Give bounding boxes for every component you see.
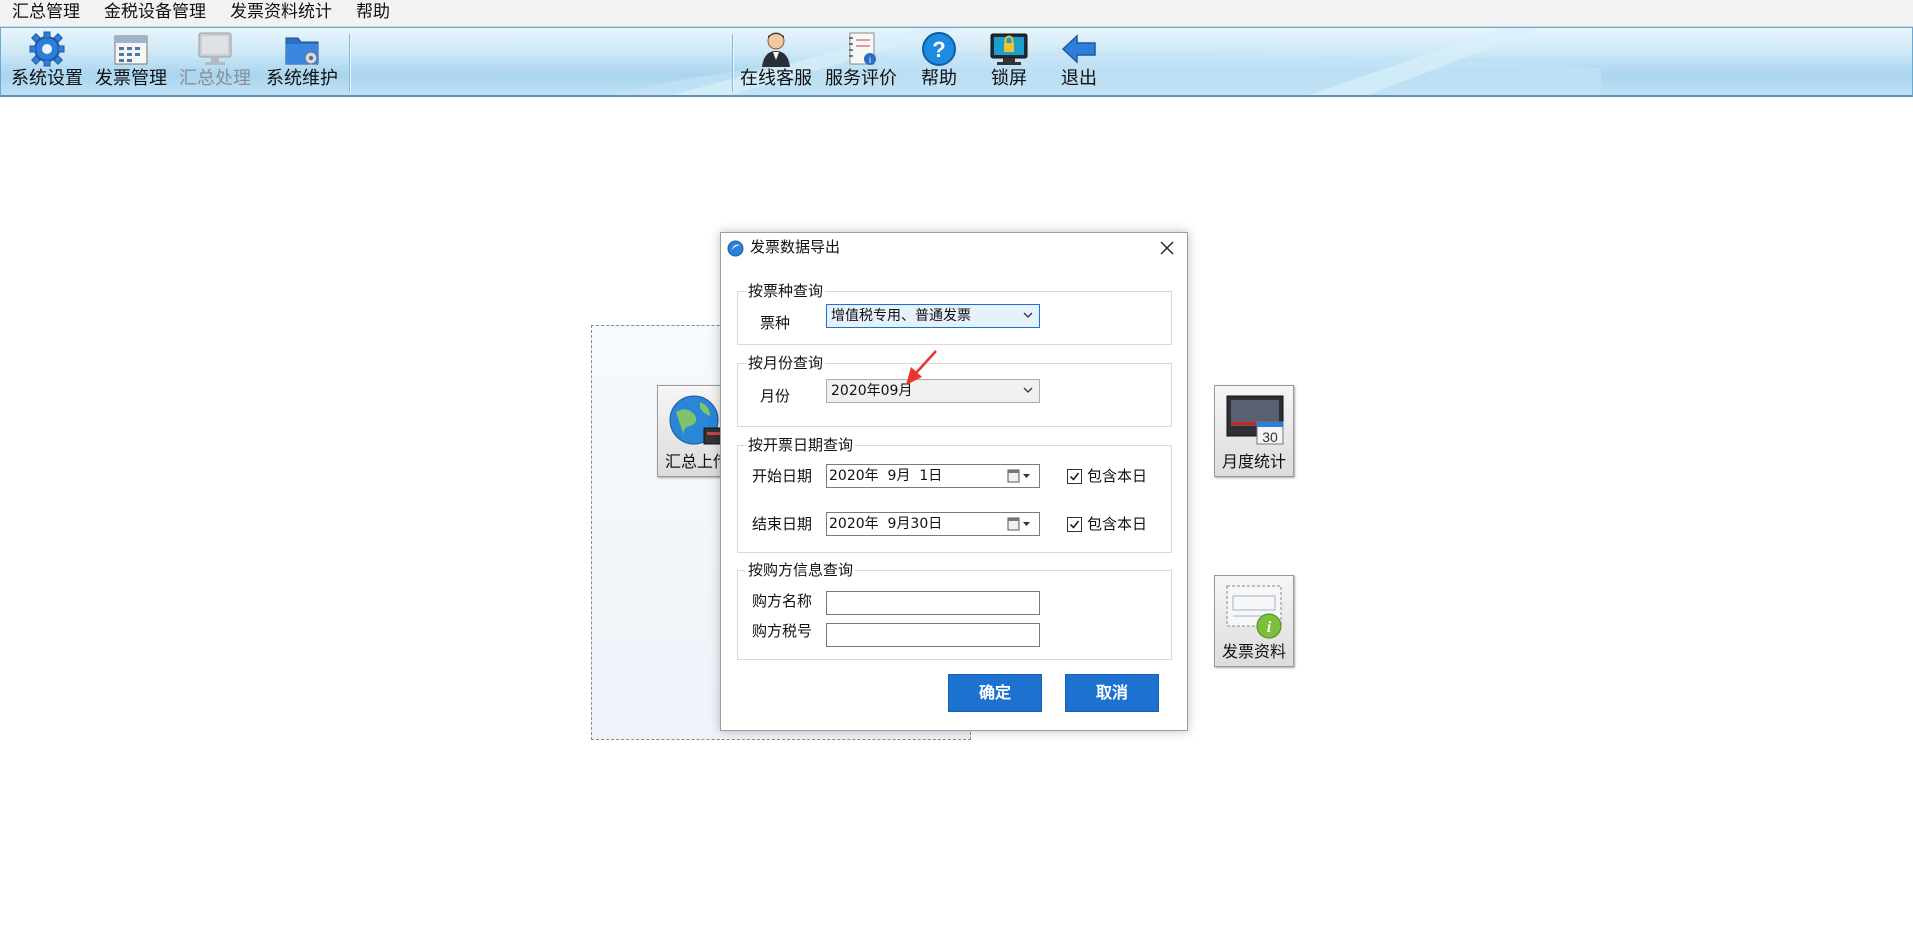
invoice-data-tile[interactable]: i 发票资料 xyxy=(1214,575,1294,667)
menu-invoice-stats[interactable]: 发票资料统计 xyxy=(218,0,344,26)
invoice-data-label: 发票资料 xyxy=(1221,642,1286,661)
month-value: 2020年09月 xyxy=(831,383,913,399)
lock-screen-icon xyxy=(990,33,1028,65)
summary-processing-label: 汇总处理 xyxy=(179,68,251,89)
help-icon: ? xyxy=(922,32,956,66)
invoice-management-label: 发票管理 xyxy=(95,68,167,89)
ticket-type-label: 票种 xyxy=(760,314,791,332)
help-button[interactable]: ? 帮助 xyxy=(913,30,965,94)
menu-help[interactable]: 帮助 xyxy=(344,0,402,26)
invoice-export-dialog: 发票数据导出 按票种查询 票种 增值税专用、普通发票 按月份查询 月份 2020… xyxy=(720,232,1188,731)
help-label: 帮助 xyxy=(921,68,957,89)
invoice-management-button[interactable]: 发票管理 xyxy=(93,30,169,94)
gear-icon xyxy=(29,31,65,67)
end-date-picker[interactable]: 2020年 9月30日 xyxy=(826,512,1040,536)
calendar-dropdown-icon xyxy=(1007,517,1030,531)
dialog-titlebar: 发票数据导出 xyxy=(721,233,1187,263)
ticket-type-group-title: 按票种查询 xyxy=(746,281,826,301)
invoice-date-group: 按开票日期查询 开始日期 2020年 9月 1日 包含本日 结束日期 2020年… xyxy=(737,435,1172,553)
maintenance-icon xyxy=(285,37,319,65)
person-icon xyxy=(762,32,790,67)
menu-tax-device[interactable]: 金税设备管理 xyxy=(92,0,218,26)
buyer-tax-input[interactable] xyxy=(826,623,1040,647)
chevron-down-icon xyxy=(1023,387,1033,393)
month-label: 月份 xyxy=(760,387,791,405)
start-date-include-label: 包含本日 xyxy=(1087,467,1148,485)
system-settings-button[interactable]: 系统设置 xyxy=(7,30,87,94)
svg-text:30: 30 xyxy=(1262,429,1278,445)
confirm-button[interactable]: 确定 xyxy=(948,674,1042,712)
service-rating-button[interactable]: i 服务评价 xyxy=(823,30,899,94)
end-date-include-checkbox[interactable]: 包含本日 xyxy=(1067,514,1147,534)
end-date-label: 结束日期 xyxy=(752,515,813,533)
checkbox-checked-icon xyxy=(1067,516,1082,532)
toolbar-separator xyxy=(349,34,350,92)
svg-text:i: i xyxy=(869,55,871,65)
invoice-icon xyxy=(114,35,148,65)
start-date-label: 开始日期 xyxy=(752,467,813,485)
lock-screen-button[interactable]: 锁屏 xyxy=(983,30,1035,94)
end-date-value: 2020年 9月30日 xyxy=(829,516,943,532)
monthly-stats-label: 月度统计 xyxy=(1221,452,1286,471)
invoice-info-icon: i xyxy=(1226,585,1282,639)
toolbar-separator xyxy=(732,34,733,92)
month-group-title: 按月份查询 xyxy=(746,353,826,373)
buyer-tax-label: 购方税号 xyxy=(752,622,813,640)
monitor-icon xyxy=(198,32,232,65)
exit-label: 退出 xyxy=(1061,68,1097,89)
invoice-date-group-title: 按开票日期查询 xyxy=(746,435,856,455)
calendar-dropdown-icon xyxy=(1007,469,1030,483)
system-settings-label: 系统设置 xyxy=(11,68,83,89)
calendar-monitor-icon: 30 xyxy=(1226,395,1284,445)
buyer-name-label: 购方名称 xyxy=(752,592,813,610)
monthly-stats-tile[interactable]: 30 月度统计 xyxy=(1214,385,1294,477)
menu-summary[interactable]: 汇总管理 xyxy=(0,0,92,26)
close-button[interactable] xyxy=(1157,238,1177,258)
red-annotation-arrow-icon xyxy=(906,350,937,385)
online-service-button[interactable]: 在线客服 xyxy=(739,30,813,94)
dialog-title: 发票数据导出 xyxy=(750,238,841,256)
online-service-label: 在线客服 xyxy=(740,68,812,89)
buyer-info-group: 按购方信息查询 购方名称 购方税号 xyxy=(737,560,1172,660)
toolbar: 系统设置 发票管理 汇总处理 系统维护 在线客服 i 服务评价 ? 帮助 锁屏 … xyxy=(0,27,1913,97)
close-icon xyxy=(1160,241,1174,255)
end-date-include-label: 包含本日 xyxy=(1087,515,1148,533)
start-date-include-checkbox[interactable]: 包含本日 xyxy=(1067,466,1147,486)
menu-bar: 汇总管理 金税设备管理 发票资料统计 帮助 xyxy=(0,0,1913,27)
buyer-name-input[interactable] xyxy=(826,591,1040,615)
start-date-value: 2020年 9月 1日 xyxy=(829,468,943,484)
checkbox-checked-icon xyxy=(1067,468,1082,484)
cancel-button[interactable]: 取消 xyxy=(1065,674,1159,712)
lock-screen-label: 锁屏 xyxy=(991,68,1027,89)
summary-processing-button[interactable]: 汇总处理 xyxy=(177,30,253,94)
chevron-down-icon xyxy=(1023,312,1033,318)
svg-text:i: i xyxy=(1267,619,1272,636)
svg-text:?: ? xyxy=(932,37,945,62)
start-date-picker[interactable]: 2020年 9月 1日 xyxy=(826,464,1040,488)
service-rating-label: 服务评价 xyxy=(825,68,897,89)
exit-arrow-icon xyxy=(1061,34,1096,64)
app-logo-icon xyxy=(727,240,744,257)
system-maintenance-label: 系统维护 xyxy=(266,68,338,89)
system-maintenance-button[interactable]: 系统维护 xyxy=(263,30,341,94)
ticket-type-value: 增值税专用、普通发票 xyxy=(831,308,971,324)
ticket-type-group: 按票种查询 票种 增值税专用、普通发票 xyxy=(737,281,1172,345)
month-group: 按月份查询 月份 2020年09月 xyxy=(737,353,1172,427)
ticket-type-select[interactable]: 增值税专用、普通发票 xyxy=(826,304,1040,328)
exit-button[interactable]: 退出 xyxy=(1053,30,1105,94)
notebook-icon: i xyxy=(849,32,876,65)
buyer-info-group-title: 按购方信息查询 xyxy=(746,560,856,580)
